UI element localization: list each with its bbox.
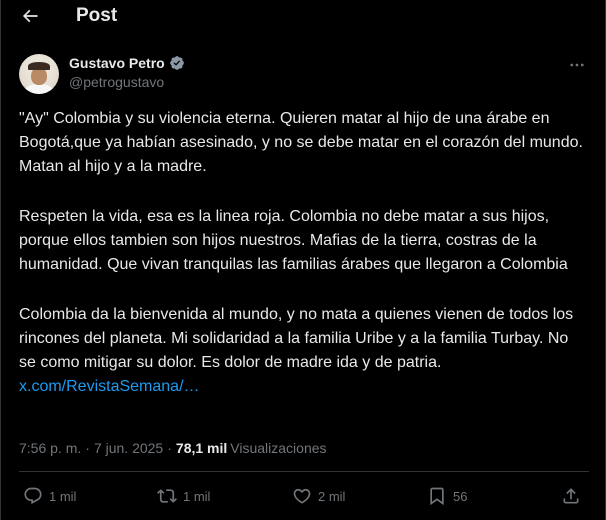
post-detail-view: Post Gustavo Petro @petrogustavo "Ay" Co… <box>0 0 606 520</box>
arrow-left-icon <box>22 9 38 23</box>
repost-icon <box>157 489 177 503</box>
reply-count: 1 mil <box>49 488 77 504</box>
author-names: Gustavo Petro @petrogustavo <box>69 54 185 94</box>
repost-button[interactable]: 1 mil <box>157 486 210 506</box>
share-icon <box>563 488 579 504</box>
meta-separator: · <box>85 440 90 456</box>
like-count: 2 mil <box>318 488 346 504</box>
post-date[interactable]: 7 jun. 2025 <box>94 440 163 456</box>
page-title: Post <box>76 5 118 26</box>
divider <box>19 471 589 472</box>
post-paragraph-3: Colombia da la bienvenida al mundo, y no… <box>19 303 589 399</box>
post-meta: 7:56 p. m. · 7 jun. 2025 · 78,1 mil Visu… <box>19 440 327 456</box>
views-count[interactable]: 78,1 mil <box>176 440 227 456</box>
author-handle[interactable]: @petrogustavo <box>69 74 185 90</box>
more-button[interactable] <box>565 56 589 74</box>
avatar[interactable] <box>19 54 59 94</box>
post-time[interactable]: 7:56 p. m. <box>19 440 81 456</box>
share-button[interactable] <box>561 486 581 506</box>
author-name-row: Gustavo Petro <box>69 54 185 72</box>
like-button[interactable]: 2 mil <box>292 486 345 506</box>
post-link[interactable]: x.com/RevistaSemana/… <box>19 378 200 395</box>
action-bar: 1 mil 1 mil 2 mil 56 <box>19 486 589 510</box>
post-paragraph-1: "Ay" Colombia y su violencia eterna. Qui… <box>19 110 583 175</box>
views-label: Visualizaciones <box>230 440 327 456</box>
more-horizontal-icon <box>570 63 584 67</box>
reply-button[interactable]: 1 mil <box>23 486 76 506</box>
post-paragraph-2: Respeten la vida, esa es la linea roja. … <box>19 208 568 273</box>
bookmark-count: 56 <box>453 488 468 504</box>
bookmark-icon <box>430 487 444 506</box>
heart-icon <box>293 488 311 504</box>
back-button[interactable] <box>15 5 45 27</box>
page-header: Post <box>1 0 606 34</box>
post-text: "Ay" Colombia y su violencia eterna. Qui… <box>19 107 589 399</box>
bookmark-button[interactable]: 56 <box>427 486 467 506</box>
author-display-name[interactable]: Gustavo Petro <box>69 55 165 71</box>
verified-badge-icon <box>169 56 184 70</box>
repost-count: 1 mil <box>183 488 211 504</box>
meta-separator-2: · <box>167 440 172 456</box>
post-paragraph-3-text: Colombia da la bienvenida al mundo, y no… <box>19 306 574 371</box>
reply-icon <box>24 487 42 505</box>
post-author: Gustavo Petro @petrogustavo <box>19 54 185 94</box>
